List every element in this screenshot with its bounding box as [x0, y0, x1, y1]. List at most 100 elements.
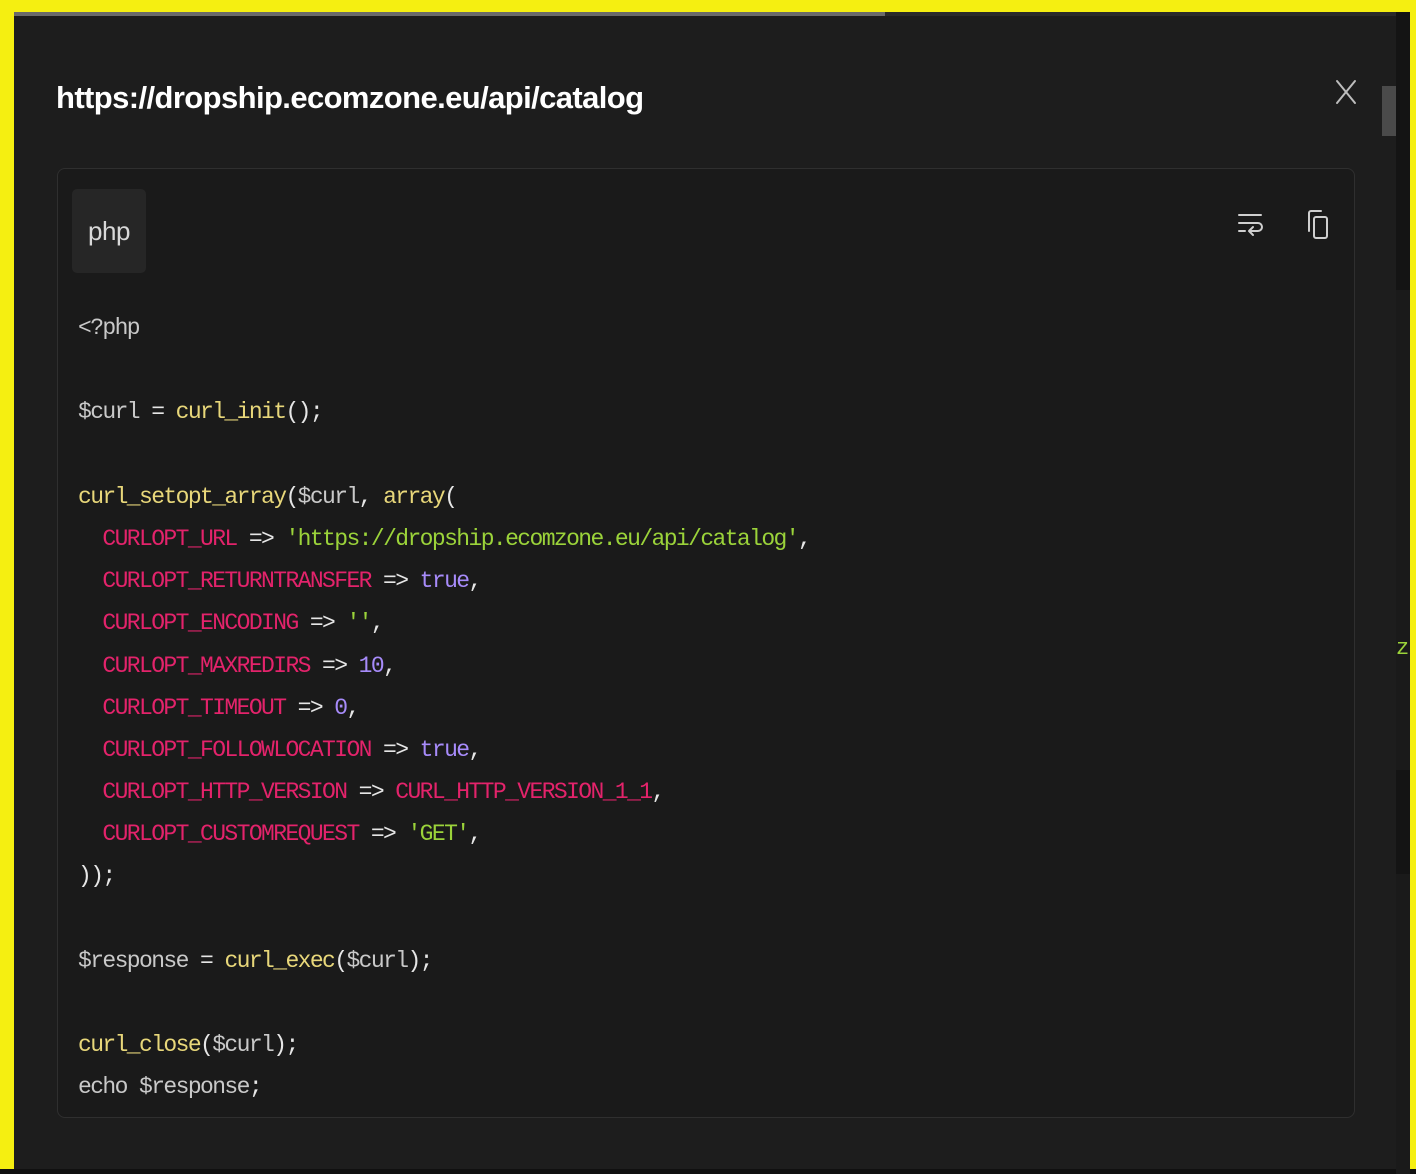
code-token: => [370, 736, 420, 763]
code-token: , [383, 652, 397, 679]
code-token: , [346, 694, 360, 721]
code-snippet-modal: https://dropship.ecomzone.eu/api/catalog… [14, 12, 1396, 1169]
code-line: CURLOPT_HTTP_VERSION => CURL_HTTP_VERSIO… [78, 771, 810, 813]
scrollbar-thumb[interactable] [1382, 86, 1396, 136]
code-token: true [419, 568, 470, 595]
code-token: 'GET' [407, 821, 470, 848]
code-token: ( [285, 483, 299, 510]
code-token: curl_setopt_array [78, 483, 287, 510]
code-token: ( [200, 1032, 214, 1059]
close-button[interactable] [1330, 76, 1362, 108]
code-token: CURLOPT_TIMEOUT [102, 694, 287, 721]
wrap-text-button[interactable] [1230, 205, 1270, 245]
code-token: CURLOPT_ENCODING [102, 610, 299, 637]
code-line: echo $response; [78, 1066, 810, 1108]
loading-bar [14, 12, 1396, 16]
wrap-text-icon [1238, 214, 1263, 236]
code-token: , [797, 525, 812, 552]
close-icon [1336, 80, 1356, 104]
code-token: CURLOPT_CUSTOMREQUEST [102, 821, 360, 848]
code-token: )); [78, 863, 116, 890]
code-token: = [187, 947, 225, 974]
code-token: CURLOPT_FOLLOWLOCATION [102, 736, 372, 763]
code-token: $curl [78, 399, 141, 426]
code-token: => [370, 568, 420, 595]
code-token: = [139, 399, 176, 426]
code-token: <?php [78, 315, 141, 341]
code-token: ; [248, 1074, 263, 1101]
code-token: $curl [346, 947, 409, 974]
code-token: array [383, 483, 446, 510]
code-token: '' [346, 610, 372, 637]
code-token: => [285, 694, 335, 721]
code-line: CURLOPT_ENCODING => '', [78, 602, 810, 644]
code-token: => [236, 525, 286, 552]
code-token: curl_exec [224, 947, 335, 974]
background-panel [1396, 290, 1410, 770]
code-token: => [297, 610, 347, 637]
code-token: => [309, 652, 359, 679]
code-line: CURLOPT_TIMEOUT => 0, [78, 687, 810, 729]
code-token: $response [78, 947, 189, 974]
code-token: CURL_HTTP_VERSION_1_1 [395, 779, 653, 806]
code-token: 0 [334, 694, 348, 721]
code-token: , [468, 736, 482, 763]
code-token: ( [444, 483, 458, 510]
code-line: CURLOPT_RETURNTRANSFER => true, [78, 560, 810, 602]
copy-button[interactable] [1298, 205, 1338, 245]
code-panel: php <?php $curl = curl_init(); curl_seto… [57, 168, 1355, 1118]
code-token: => [358, 821, 408, 848]
code-token: ( [334, 947, 348, 974]
code-token: , [651, 779, 666, 806]
code-token: , [358, 483, 384, 510]
code-token: CURLOPT_RETURNTRANSFER [102, 568, 372, 595]
code-line: CURLOPT_CUSTOMREQUEST => 'GET', [78, 813, 810, 855]
code-line: CURLOPT_URL => 'https://dropship.ecomzon… [78, 518, 812, 560]
code-token: $curl [212, 1032, 275, 1059]
code-token: CURLOPT_URL [102, 525, 238, 552]
code-line: <?php [78, 307, 810, 349]
code-token: curl_init [175, 399, 287, 426]
code-token: CURLOPT_HTTP_VERSION [102, 779, 348, 806]
code-token: curl_close [78, 1032, 202, 1059]
code-line: $curl = curl_init(); [78, 391, 810, 433]
code-token: 'https://dropship.ecomzone.eu/api/catalo… [285, 525, 799, 552]
background-page [1396, 12, 1410, 1174]
code-line: )); [78, 855, 810, 897]
code-line: $response = curl_exec($curl); [78, 940, 810, 982]
code-token: , [370, 610, 385, 637]
code-token: ); [407, 947, 433, 974]
code-token: 10 [358, 652, 385, 679]
copy-icon [1308, 210, 1328, 239]
background-panel [1396, 874, 1410, 1174]
code-token: echo [78, 1074, 140, 1101]
code-token: ); [273, 1032, 299, 1059]
code-token: , [468, 568, 482, 595]
code-content: <?php $curl = curl_init(); curl_setopt_a… [78, 307, 812, 1109]
code-token: => [346, 779, 396, 806]
background-text: z [1396, 636, 1410, 661]
code-token: (); [285, 399, 323, 426]
code-token: $curl [297, 483, 361, 510]
code-line: curl_close($curl); [78, 1024, 810, 1066]
code-line: CURLOPT_FOLLOWLOCATION => true, [78, 729, 810, 771]
code-token: true [419, 736, 470, 763]
code-line: CURLOPT_MAXREDIRS => 10, [78, 645, 810, 687]
language-badge: php [72, 189, 146, 273]
code-token: , [468, 821, 482, 848]
loading-bar-fill [14, 12, 885, 16]
code-token: CURLOPT_MAXREDIRS [102, 652, 311, 679]
code-line: curl_setopt_array($curl, array( [78, 476, 810, 518]
